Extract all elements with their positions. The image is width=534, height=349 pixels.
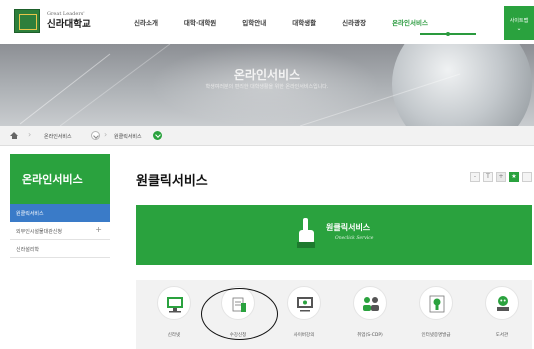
monitor-icon xyxy=(167,297,183,313)
hero-description: 학생여러분의 편리한 대학생활을 위한 온라인서비스입니다. xyxy=(205,84,329,90)
home-icon[interactable] xyxy=(10,132,18,139)
breadcrumb-dropdown-active-icon[interactable] xyxy=(153,131,162,140)
pointing-hand-icon xyxy=(297,218,315,248)
breadcrumb-item-online-services[interactable]: 온라인서비스 xyxy=(44,133,72,140)
font-decrease-button[interactable]: - xyxy=(470,172,480,182)
hero-banner: 온라인서비스 학생여러분의 편리한 대학생활을 위한 온라인서비스입니다. xyxy=(0,44,534,126)
service-item-certificate[interactable]: 인터넷증명발급 xyxy=(406,286,466,338)
active-nav-indicator xyxy=(420,31,476,35)
banner-subtitle: Oneclick Service xyxy=(335,236,374,241)
university-emblem-icon xyxy=(14,9,40,33)
highlight-circle-annotation xyxy=(201,288,278,340)
career-icon xyxy=(363,297,379,311)
breadcrumb-item-oneclick[interactable]: 원클릭서비스 xyxy=(114,133,142,140)
sidebar-title: 온라인서비스 xyxy=(10,154,110,204)
breadcrumb-separator-icon: › xyxy=(28,130,32,139)
nav-item-admissions[interactable]: 입학안내 xyxy=(242,17,266,27)
font-increase-button[interactable]: + xyxy=(496,172,506,182)
service-item-library[interactable]: 도서관 xyxy=(472,286,532,338)
service-item-cyber-lecture[interactable]: 사이버강의 xyxy=(274,286,334,338)
main-menu: 신라소개 대학·대학원 입학안내 대학생활 신라광장 온라인서비스 xyxy=(134,17,428,27)
sitemap-label: 사이트맵 xyxy=(509,18,529,24)
library-icon xyxy=(497,296,509,311)
breadcrumb-separator-icon: › xyxy=(104,130,108,139)
nav-item-campus-life[interactable]: 대학생활 xyxy=(292,17,316,27)
cyber-lecture-icon xyxy=(297,297,313,312)
sidebar-item-facility-rental[interactable]: 외부인시설물대관신청 + xyxy=(10,222,110,240)
sidebar-item-label: 신라설리학 xyxy=(16,247,40,253)
more-tools-button[interactable] xyxy=(522,172,532,182)
top-navigation: Great Leaders' 신라대학교 신라소개 대학·대학원 입학안내 대학… xyxy=(0,0,534,44)
service-item-sillanet[interactable]: 신라넷 xyxy=(144,286,204,338)
service-label: 신라넷 xyxy=(167,333,181,338)
banner-title: 원클릭서비스 xyxy=(326,223,371,232)
favorite-button[interactable]: ★ xyxy=(509,172,519,182)
hero-title: 온라인서비스 xyxy=(233,68,301,82)
logo-name: 신라대학교 xyxy=(47,19,91,31)
nav-item-online-services[interactable]: 온라인서비스 xyxy=(392,17,428,27)
oneclick-banner: 원클릭서비스 Oneclick Service xyxy=(136,205,532,265)
sidebar-item-oneclick[interactable]: 원클릭서비스 xyxy=(10,204,110,222)
breadcrumb-dropdown-icon[interactable] xyxy=(91,131,100,140)
page-title: 원클릭서비스 xyxy=(136,174,208,189)
sidebar-item-silla[interactable]: 신라설리학 xyxy=(10,240,110,258)
service-label: 사이버강의 xyxy=(293,333,315,338)
font-reset-button[interactable]: T xyxy=(483,172,493,182)
service-list: 신라넷 수강신청 사이버강의 취업(S-CDP) 인터넷증명발급 도서관 xyxy=(136,280,532,349)
breadcrumb: › 온라인서비스 › 원클릭서비스 xyxy=(0,126,534,146)
chevron-down-icon: ⌄ xyxy=(516,25,522,32)
sitemap-button[interactable]: 사이트맵 ⌄ xyxy=(504,6,534,40)
service-item-career[interactable]: 취업(S-CDP) xyxy=(340,286,400,338)
certificate-icon xyxy=(429,295,445,313)
nav-item-colleges[interactable]: 대학·대학원 xyxy=(184,17,216,27)
service-label: 도서관 xyxy=(495,333,509,338)
nav-item-plaza[interactable]: 신라광장 xyxy=(342,17,366,27)
service-label: 취업(S-CDP) xyxy=(357,333,383,338)
sidebar-item-label: 외부인시설물대관신청 xyxy=(16,229,63,235)
expand-plus-icon[interactable]: + xyxy=(95,225,102,234)
nav-item-about[interactable]: 신라소개 xyxy=(134,17,158,27)
service-label: 인터넷증명발급 xyxy=(421,333,451,338)
sidebar-item-label: 원클릭서비스 xyxy=(16,211,44,217)
logo-tagline: Great Leaders' xyxy=(47,11,85,18)
university-logo[interactable]: Great Leaders' 신라대학교 xyxy=(14,9,91,33)
